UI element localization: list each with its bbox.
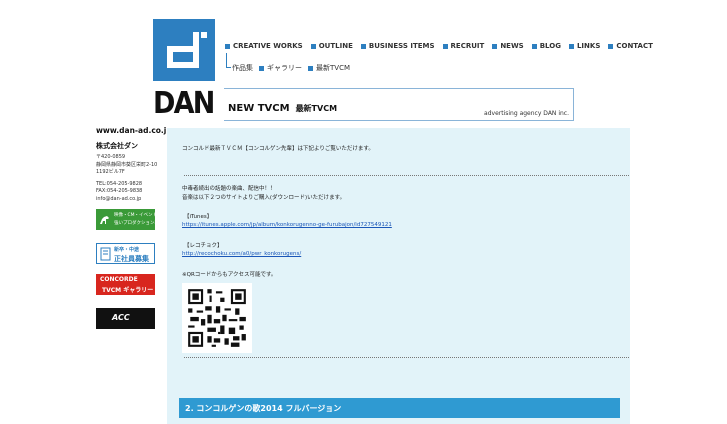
itunes-link[interactable]: https://itunes.apple.com/jp/album/konkor… xyxy=(182,222,392,228)
recruit-badge[interactable]: 新卒・中途 正社員募集 xyxy=(96,243,155,264)
sidebar: www.dan-ad.co.jp 株式会社ダン 〒420-0859 静岡県静岡市… xyxy=(96,126,172,329)
dotted-divider xyxy=(184,175,629,176)
logo-mark xyxy=(153,19,215,81)
nav-item-creative-works[interactable]: CREATIVE WORKS xyxy=(225,42,303,50)
square-bullet-icon xyxy=(608,43,614,49)
qr-code[interactable] xyxy=(182,283,252,353)
main-nav: CREATIVE WORKS OUTLINE BUSINESS ITEMS RE… xyxy=(225,42,653,50)
page-title-banner: NEW TVCM 最新TVCM advertising agency DAN in… xyxy=(224,88,574,121)
company-address: 〒420-0859 静岡県静岡市葵区栄町2-10 1192ビル7F xyxy=(96,154,158,175)
qr-note: ※QRコードからもアクセス可能です。 xyxy=(182,272,277,278)
site-url: www.dan-ad.co.jp xyxy=(96,126,172,135)
square-bullet-icon xyxy=(308,65,313,71)
page-title: NEW TVCM 最新TVCM xyxy=(228,103,338,114)
square-bullet-icon xyxy=(531,43,537,49)
acc-badge[interactable]: ACC xyxy=(96,308,155,329)
company-name: 株式会社ダン xyxy=(96,142,138,150)
nav-item-recruit[interactable]: RECRUIT xyxy=(442,42,484,50)
subnav-item-tvcm[interactable]: 最新TVCM xyxy=(308,63,350,73)
nav-item-links[interactable]: LINKS xyxy=(568,42,600,50)
document-icon xyxy=(100,247,111,261)
sub-nav: 作品集 ギャラリー 最新TVCM xyxy=(232,63,350,73)
subnav-connector-tick xyxy=(226,67,231,68)
nav-item-contact[interactable]: CONTACT xyxy=(608,42,653,50)
production-badge[interactable]: 映像・CM・イベントに 強いプロダクション募集 xyxy=(96,209,164,230)
square-bullet-icon xyxy=(225,43,230,49)
recochoku-link[interactable]: http://recochoku.com/a0/pwr_konkorugens/ xyxy=(182,251,301,257)
logo-text: DAN xyxy=(153,86,215,121)
nav-item-news[interactable]: NEWS xyxy=(492,42,524,50)
email-link[interactable]: info@dan-ad.co.jp xyxy=(96,196,160,204)
nav-item-blog[interactable]: BLOG xyxy=(531,42,561,50)
main-content: コンコルド最新ＴＶＣＭ【コンコルゲン先輩】は下記よりご覧いただけます。 中毒者続… xyxy=(167,128,630,424)
nav-item-business-items[interactable]: BUSINESS ITEMS xyxy=(360,42,435,50)
section-title: 2. コンコルゲンの歌2014 フルバージョン xyxy=(185,404,342,413)
section-heading-bar: 2. コンコルゲンの歌2014 フルバージョン xyxy=(179,398,620,418)
subnav-connector xyxy=(226,53,227,67)
text-line-2: 音楽は以下２つのサイトよりご購入(ダウンロード)いただけます。 xyxy=(182,195,346,201)
qr-code-icon xyxy=(186,287,248,349)
agency-tagline: advertising agency DAN inc. xyxy=(484,110,569,117)
itunes-label: 【iTunes】 xyxy=(184,214,213,220)
recochoku-label: 【レコチョク】 xyxy=(184,243,223,249)
dan-logo[interactable]: DAN xyxy=(153,19,215,119)
square-bullet-icon xyxy=(259,65,264,71)
text-line-1: 中毒者続出の話題の楽曲、配信中！！ xyxy=(182,186,276,192)
subnav-item-gallery[interactable]: ギャラリー xyxy=(259,63,302,73)
intro-text: コンコルド最新ＴＶＣＭ【コンコルゲン先輩】は下記よりご覧いただけます。 xyxy=(182,146,374,152)
nav-item-outline[interactable]: OUTLINE xyxy=(310,42,353,50)
square-bullet-icon xyxy=(568,43,574,49)
square-bullet-icon xyxy=(442,43,448,49)
square-bullet-icon xyxy=(310,43,316,49)
subnav-item-works[interactable]: 作品集 xyxy=(232,63,253,73)
page-title-ja: 最新TVCM xyxy=(295,104,338,113)
concorde-badge[interactable]: CONCORDE TVCM ギャラリー xyxy=(96,274,155,295)
company-contact: TEL:054-205-9828 FAX:054-205-9838 info@d… xyxy=(96,181,160,204)
horse-icon xyxy=(100,216,109,224)
square-bullet-icon xyxy=(492,43,498,49)
square-bullet-icon xyxy=(360,43,366,49)
dotted-divider xyxy=(184,357,629,358)
